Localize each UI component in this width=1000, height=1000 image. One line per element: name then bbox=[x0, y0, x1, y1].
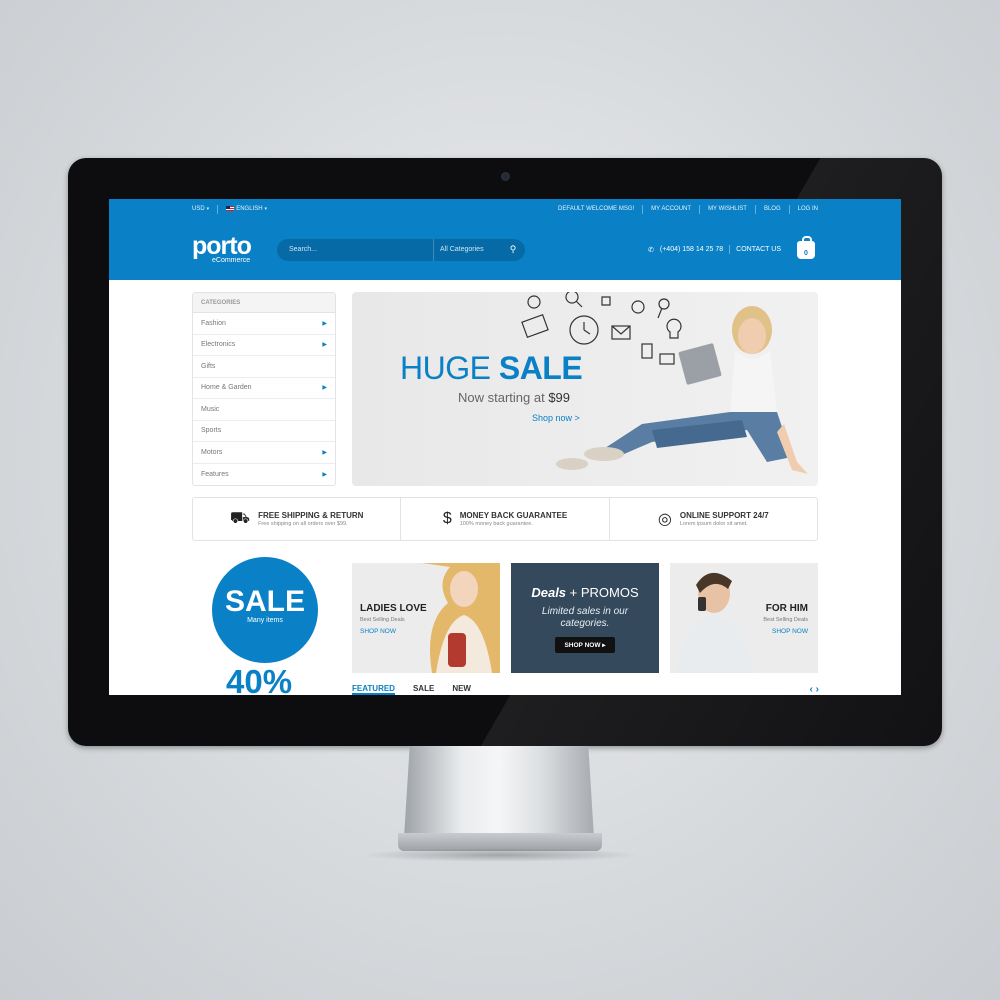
my-account-link[interactable]: MY ACCOUNT bbox=[651, 206, 691, 212]
chevron-right-icon[interactable]: › bbox=[816, 684, 819, 695]
dollar-icon: $ bbox=[442, 510, 452, 527]
sale-promo[interactable]: SALE Many items 40% bbox=[192, 557, 341, 695]
category-item-motors[interactable]: Motors ▶ bbox=[193, 442, 335, 464]
sale-badge: SALE Many items bbox=[212, 557, 318, 663]
feature-free-shipping: ⛟ FREE SHIPPING & RETURN Free shipping on… bbox=[193, 498, 402, 540]
tab-featured[interactable]: FEATURED bbox=[352, 684, 395, 695]
lifebuoy-icon: ◎ bbox=[657, 511, 672, 528]
chevron-right-icon: ▶ bbox=[322, 449, 327, 456]
cart-count: 0 bbox=[804, 249, 808, 257]
divider bbox=[788, 204, 790, 214]
category-item-features[interactable]: Features ▶ bbox=[193, 464, 335, 486]
chevron-right-icon: ▸ bbox=[602, 642, 606, 649]
category-item-fashion[interactable]: Fashion ▶ bbox=[193, 313, 335, 335]
chevron-right-icon: ▶ bbox=[322, 320, 327, 327]
phone-icon: ✆ bbox=[648, 246, 654, 254]
cart-icon[interactable]: 0 bbox=[797, 235, 815, 259]
categories-menu: CATEGORIES Fashion ▶ Electronics ▶ Gifts H… bbox=[192, 292, 336, 486]
search-bar: Search... All Categories ⚲ bbox=[277, 238, 525, 261]
category-select[interactable]: All Categories bbox=[433, 238, 501, 261]
hero-shop-now-link[interactable]: Shop now > bbox=[532, 413, 580, 423]
carousel-nav[interactable]: ‹ › bbox=[810, 684, 819, 695]
website-screen: USD ▾ ENGLISH ▾ DEFAULT WELCOME MSG! MY AC… bbox=[109, 199, 901, 695]
deals-shop-now-button[interactable]: SHOP NOW ▸ bbox=[555, 637, 615, 653]
him-shop-now-link[interactable]: SHOP NOW bbox=[763, 628, 808, 635]
category-item-gifts[interactable]: Gifts bbox=[193, 356, 335, 378]
hero-illustration bbox=[521, 292, 808, 474]
currency-selector[interactable]: USD ▾ bbox=[192, 206, 209, 212]
site-header: porto eCommerce Search... All Categories… bbox=[109, 219, 901, 280]
chevron-left-icon[interactable]: ‹ bbox=[810, 684, 813, 695]
search-icon[interactable]: ⚲ bbox=[501, 244, 525, 255]
chevron-down-icon: ▾ bbox=[206, 206, 210, 212]
webcam bbox=[501, 172, 510, 181]
divider bbox=[217, 204, 219, 214]
tab-sale[interactable]: SALE bbox=[413, 684, 434, 695]
deals-text: Limited sales in our categories. bbox=[541, 606, 629, 629]
for-him-banner[interactable]: FOR HIM Best Selling Deals SHOP NOW bbox=[670, 563, 818, 673]
my-wishlist-link[interactable]: MY WISHLIST bbox=[708, 206, 747, 212]
category-item-home-garden[interactable]: Home & Garden ▶ bbox=[193, 378, 335, 399]
divider bbox=[642, 204, 644, 214]
chevron-down-icon: ▾ bbox=[264, 206, 268, 213]
divider bbox=[754, 204, 756, 214]
categories-title: CATEGORIES bbox=[193, 293, 335, 313]
deals-title: Deals + PROMOS bbox=[531, 585, 639, 600]
ladies-shop-now-link[interactable]: SHOP NOW bbox=[360, 628, 427, 635]
welcome-message: DEFAULT WELCOME MSG! bbox=[558, 206, 635, 212]
stand-shadow bbox=[360, 848, 640, 862]
top-bar: USD ▾ ENGLISH ▾ DEFAULT WELCOME MSG! MY AC… bbox=[109, 199, 901, 219]
site-logo[interactable]: porto eCommerce bbox=[192, 234, 277, 265]
divider bbox=[729, 245, 731, 254]
features-bar: ⛟ FREE SHIPPING & RETURN Free shipping on… bbox=[192, 497, 818, 541]
main-content: CATEGORIES Fashion ▶ Electronics ▶ Gifts H… bbox=[109, 280, 901, 695]
hero-banner[interactable]: HUGE SALE Now starting at $99 Shop now > bbox=[352, 292, 818, 486]
hero-title: HUGE SALE bbox=[400, 350, 583, 386]
ladies-love-banner[interactable]: LADIES LOVE Best Selling Deals SHOP NOW bbox=[352, 563, 500, 673]
feature-online-support: ◎ ONLINE SUPPORT 24/7 Lorem ipsum dolor s… bbox=[657, 511, 769, 528]
divider bbox=[699, 204, 701, 214]
truck-icon: ⛟ bbox=[229, 510, 251, 527]
login-link[interactable]: LOG IN bbox=[798, 206, 818, 212]
search-input[interactable]: Search... bbox=[277, 246, 433, 253]
contact-us-link[interactable]: CONTACT US bbox=[736, 246, 781, 253]
chevron-right-icon: ▶ bbox=[322, 342, 327, 349]
monitor-stand bbox=[404, 746, 594, 838]
category-item-electronics[interactable]: Electronics ▶ bbox=[193, 335, 335, 356]
chevron-right-icon: ▶ bbox=[322, 385, 327, 392]
sale-percent: 40% bbox=[226, 663, 293, 695]
chevron-right-icon: ▶ bbox=[322, 471, 327, 478]
language-selector[interactable]: ENGLISH ▾ bbox=[226, 205, 268, 213]
category-item-music[interactable]: Music bbox=[193, 399, 335, 421]
category-item-sports[interactable]: Sports bbox=[193, 421, 335, 442]
hero-subtitle: Now starting at $99 bbox=[458, 390, 571, 405]
phone-number: (+404) 158 14 25 78 bbox=[659, 246, 724, 253]
blog-link[interactable]: BLOG bbox=[764, 206, 781, 212]
tab-new[interactable]: NEW bbox=[452, 684, 471, 695]
feature-money-back: $ MONEY BACK GUARANTEE 100% money back gu… bbox=[401, 498, 610, 540]
us-flag-icon bbox=[226, 205, 235, 211]
deals-promos-banner[interactable]: Deals + PROMOS Limited sales in our cate… bbox=[511, 563, 659, 673]
product-tabs: FEATURED SALE NEW bbox=[352, 684, 471, 695]
